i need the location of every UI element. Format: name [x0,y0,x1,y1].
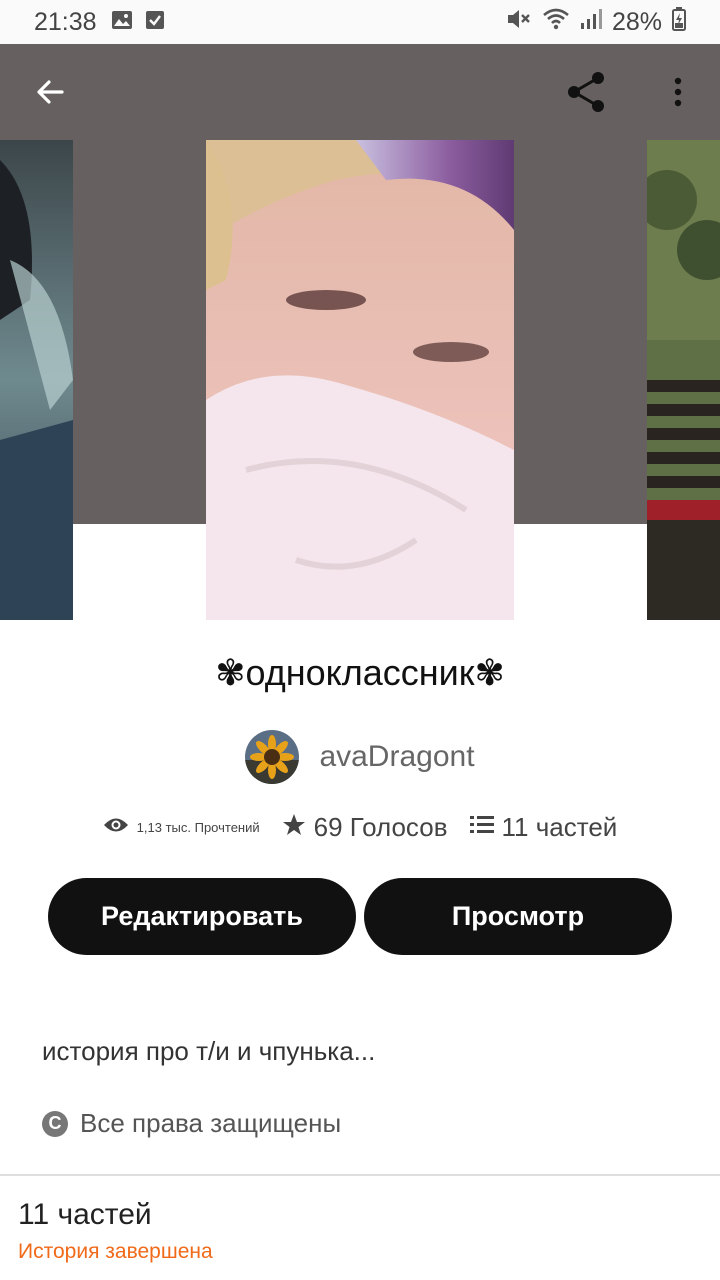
star-icon [282,813,306,842]
eye-icon [103,816,129,839]
story-title: ✾одноклассник✾ [215,652,505,693]
image-icon [111,8,133,37]
copyright-row: C Все права защищены [42,1108,341,1139]
mute-icon [506,7,532,38]
wifi-icon [542,7,570,38]
parts-label: 11 частей [501,812,618,842]
cover-prev[interactable] [0,140,73,620]
back-arrow-icon[interactable] [22,64,78,120]
story-description: история про т/и и чпунька... [42,1036,376,1066]
avatar[interactable] [245,730,300,784]
action-buttons: Редактировать Просмотр [48,878,672,955]
stats-row: 1,13 тыс. Прочтений 69 Голосов 11 частей [0,812,720,843]
more-vert-icon[interactable] [650,64,706,120]
cover-main[interactable] [206,140,514,620]
parts-stat: 11 частей [469,812,618,843]
reads-stat: 1,13 тыс. Прочтений [103,816,260,839]
toolbar [0,44,720,140]
reads-label: 1,13 тыс. Прочтений [136,820,260,835]
signal-icon [580,8,602,37]
copyright-icon: C [42,1110,68,1137]
status-bar: 21:38 28% [0,0,720,44]
battery-icon [672,6,686,38]
cover-next[interactable] [647,140,720,620]
status-time: 21:38 [34,7,97,36]
edit-button[interactable]: Редактировать [48,878,356,955]
divider [0,1174,720,1176]
story-status: История завершена [18,1240,213,1263]
share-icon[interactable] [558,64,614,120]
checkbox-icon [145,8,165,37]
battery-text: 28% [611,7,662,36]
votes-stat: 69 Голосов [282,812,448,843]
copyright-label: Все права защищены [80,1108,342,1138]
author-name[interactable]: avaDragont [319,740,474,774]
votes-label: 69 Голосов [313,812,448,842]
author-row[interactable]: avaDragont [0,730,720,784]
parts-count[interactable]: 11 частей [18,1198,152,1232]
view-button[interactable]: Просмотр [364,878,672,955]
list-icon [469,815,494,840]
